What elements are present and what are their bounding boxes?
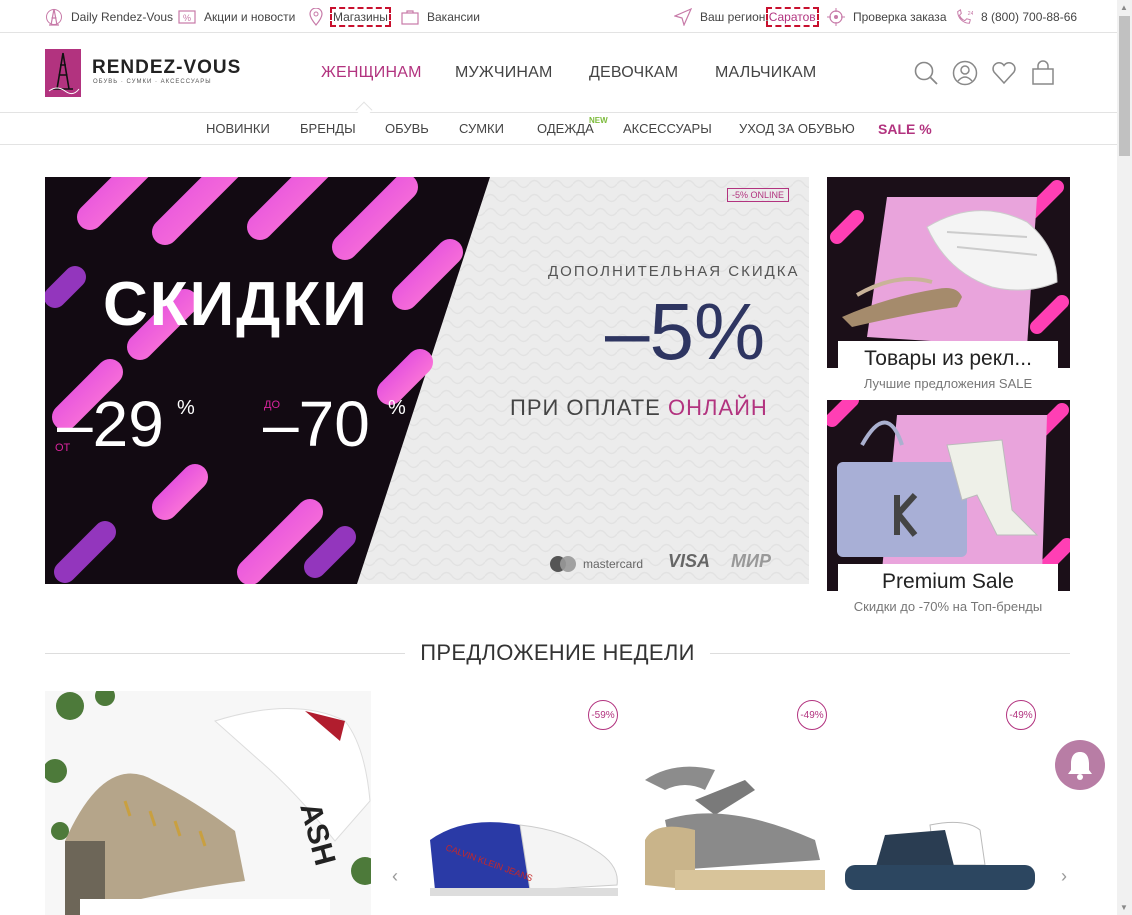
eiffel-icon	[45, 8, 63, 26]
target-icon	[827, 7, 845, 26]
subnav-shoes[interactable]: ОБУВЬ	[385, 121, 429, 136]
nav-boys[interactable]: МАЛЬЧИКАМ	[715, 64, 816, 82]
product-card-3[interactable]	[845, 820, 1035, 900]
subnav-accessories[interactable]: АКСЕССУАРЫ	[623, 121, 712, 136]
product-2-image	[645, 766, 825, 890]
side-promo-2-image	[827, 400, 1070, 591]
bell-icon	[1068, 752, 1092, 780]
to-percent: %	[388, 397, 406, 419]
nav-men[interactable]: МУЖЧИНАМ	[455, 64, 553, 82]
scrollbar-thumb[interactable]	[1119, 16, 1130, 156]
user-icon[interactable]	[952, 60, 978, 86]
subnav-brands[interactable]: БРЕНДЫ	[300, 121, 356, 136]
svg-text:%: %	[183, 13, 191, 23]
nav-women[interactable]: ЖЕНЩИНАМ	[321, 64, 422, 82]
percent-tag-icon: %	[178, 8, 196, 26]
notification-bell-button[interactable]	[1055, 740, 1105, 790]
region-label: Ваш регион:	[700, 9, 769, 24]
week-line-right	[710, 653, 1070, 654]
side-promo-2-title[interactable]: Premium Sale	[838, 564, 1058, 599]
daily-label: Daily Rendez-Vous	[71, 9, 174, 24]
extra-discount-label: ДОПОЛНИТЕЛЬНАЯ СКИДКА	[548, 263, 800, 280]
jobs-link[interactable]: Вакансии	[401, 0, 480, 33]
pay-online-word: ОНЛАЙН	[667, 395, 768, 420]
main-header: RENDEZ-VOUS ОБУВЬ · СУМКИ · АКСЕССУАРЫ Ж…	[0, 33, 1117, 119]
phone-24-icon: 24	[955, 8, 973, 26]
side-promo-2[interactable]	[827, 400, 1070, 591]
stores-label: Магазины	[330, 6, 391, 27]
week-promo-caption	[80, 899, 330, 915]
to-value: –70	[263, 388, 370, 460]
side-promo-1-title[interactable]: Товары из рекл...	[838, 341, 1058, 376]
order-check-link[interactable]: Проверка заказа	[827, 0, 947, 33]
banner-title: СКИДКИ	[103, 270, 369, 339]
from-value: –29	[57, 388, 164, 460]
search-icon[interactable]	[913, 60, 939, 86]
carousel-next-icon[interactable]: ›	[1061, 866, 1067, 887]
nav-girls[interactable]: ДЕВОЧКАМ	[589, 64, 678, 82]
sub-nav: НОВИНКИ БРЕНДЫ ОБУВЬ СУМКИ ОДЕЖДА NEW АК…	[0, 113, 1117, 145]
briefcase-icon	[401, 8, 419, 26]
phone-link[interactable]: 24 8 (800) 700-88-66	[955, 0, 1077, 33]
logo-subtitle: ОБУВЬ · СУМКИ · АКСЕССУАРЫ	[93, 79, 212, 85]
week-line-left	[45, 653, 405, 654]
bag-icon[interactable]	[1030, 60, 1056, 86]
main-banner[interactable]: -5% ONLINE СКИДКИ ОТ –29 % ДО –70 % ДОПО…	[45, 177, 809, 584]
subnav-clothes[interactable]: ОДЕЖДА	[537, 121, 594, 136]
scroll-down-icon[interactable]: ▼	[1120, 903, 1128, 912]
from-percent: %	[177, 397, 195, 419]
region-value[interactable]: Саратов	[765, 6, 819, 27]
visa-logo: VISA	[668, 551, 711, 571]
phone-label: 8 (800) 700-88-66	[981, 9, 1078, 24]
logo-mark[interactable]	[45, 49, 81, 97]
heart-icon[interactable]	[991, 60, 1017, 86]
mastercard-label: mastercard	[583, 557, 644, 571]
product-card-2[interactable]	[635, 760, 830, 900]
subnav-sale[interactable]: SALE %	[878, 121, 932, 137]
logo-title[interactable]: RENDEZ-VOUS	[92, 57, 241, 79]
discount-badge-1: -59%	[588, 700, 618, 730]
subnav-care[interactable]: УХОД ЗА ОБУВЬЮ	[739, 121, 855, 136]
order-check-label: Проверка заказа	[853, 9, 947, 24]
discount-badge-2: -49%	[797, 700, 827, 730]
svg-text:24: 24	[968, 11, 973, 17]
online-tag: -5% ONLINE	[727, 188, 790, 202]
product-1-image: CALVIN KLEIN JEANS	[430, 822, 618, 896]
map-pin-icon	[307, 7, 325, 26]
product-card-1[interactable]: CALVIN KLEIN JEANS	[425, 810, 620, 900]
big-discount: –5%	[605, 287, 766, 376]
promo-label: Акции и новости	[204, 9, 296, 24]
week-offer-title: ПРЕДЛОЖЕНИЕ НЕДЕЛИ	[420, 640, 695, 665]
mastercard-icon	[550, 556, 576, 572]
banner-background	[45, 177, 809, 584]
product-3-image	[845, 821, 1035, 890]
top-bar: Daily Rendez-Vous % Акции и новости Мага…	[0, 0, 1117, 33]
carousel-prev-icon[interactable]: ‹	[392, 866, 398, 887]
discount-badge-3: -49%	[1006, 700, 1036, 730]
pay-online: ПРИ ОПЛАТЕ ОНЛАЙН	[510, 395, 768, 421]
promo-link[interactable]: % Акции и новости	[178, 0, 295, 33]
side-promo-1-image	[827, 177, 1070, 368]
daily-link[interactable]: Daily Rendez-Vous	[45, 0, 173, 33]
stores-link[interactable]: Магазины	[307, 0, 391, 33]
week-promo-image[interactable]: ASH	[45, 691, 371, 915]
mastercard-logo: mastercard	[547, 554, 643, 574]
location-arrow-icon	[674, 7, 692, 26]
side-promo-1[interactable]	[827, 177, 1070, 368]
region-selector[interactable]: Ваш регион: Саратов	[674, 0, 819, 33]
jobs-label: Вакансии	[427, 9, 480, 24]
side-promo-1-subtitle: Лучшие предложения SALE	[863, 376, 1033, 391]
week-promo-picture: ASH	[45, 691, 371, 915]
page-scrollbar[interactable]: ▲ ▼	[1117, 0, 1132, 915]
new-badge: NEW	[589, 116, 608, 125]
subnav-new[interactable]: НОВИНКИ	[206, 121, 270, 136]
pay-label: ПРИ ОПЛАТЕ	[510, 395, 661, 420]
side-promo-2-subtitle: Скидки до -70% на Топ-бренды	[853, 599, 1043, 614]
mir-logo: МИР	[731, 551, 771, 571]
subnav-bags[interactable]: СУМКИ	[459, 121, 504, 136]
scroll-up-icon[interactable]: ▲	[1120, 3, 1128, 12]
